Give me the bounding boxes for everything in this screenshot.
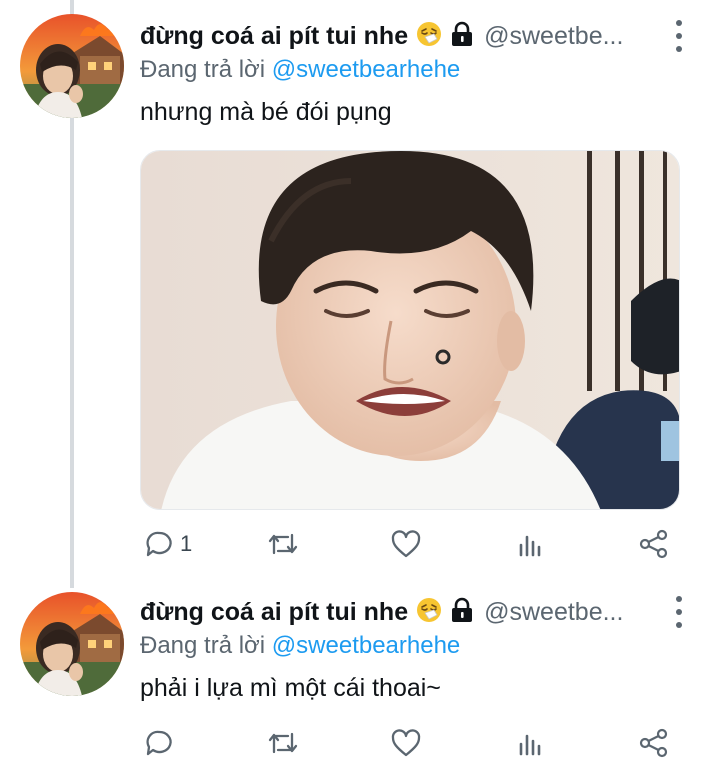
share-icon: [638, 727, 670, 759]
like-button[interactable]: [390, 524, 422, 564]
share-button[interactable]: [638, 524, 670, 564]
reply-count: 1: [180, 531, 193, 556]
views-icon: [516, 728, 546, 758]
heart-icon: [390, 529, 422, 559]
handle[interactable]: @sweetbe...: [484, 22, 623, 51]
tweet-header: đừng coá ai pít tui nhe @sweetbe...: [140, 16, 690, 56]
reply-mention-link[interactable]: @sweetbearhehe: [272, 56, 460, 83]
display-name[interactable]: đừng coá ai pít tui nhe: [140, 22, 408, 51]
reply-context: Đang trả lời @sweetbearhehe: [140, 632, 460, 660]
heart-icon: [390, 728, 422, 758]
sneezing-face-emoji: [416, 21, 442, 52]
like-button[interactable]: [390, 723, 422, 763]
reply-mention-link[interactable]: @sweetbearhehe: [272, 632, 460, 659]
tweet-text: nhưng mà bé đói pụng: [140, 98, 392, 126]
reply-context: Đang trả lời @sweetbearhehe: [140, 56, 460, 84]
reply-button[interactable]: [144, 723, 174, 763]
reply-context-prefix: Đang trả lời: [140, 56, 266, 83]
views-button[interactable]: [516, 524, 546, 564]
avatar[interactable]: [20, 14, 124, 118]
reply-icon: [144, 529, 174, 559]
avatar[interactable]: [20, 592, 124, 696]
reply-context-prefix: Đang trả lời: [140, 632, 266, 659]
share-button[interactable]: [638, 723, 670, 763]
tweet[interactable]: đừng coá ai pít tui nhe @sweetbe... Đang…: [0, 0, 720, 580]
retweet-button[interactable]: [266, 524, 300, 564]
views-icon: [516, 529, 546, 559]
share-icon: [638, 528, 670, 560]
reply-icon: [144, 728, 174, 758]
lock-icon: [450, 597, 474, 628]
tweet[interactable]: đừng coá ai pít tui nhe @sweetbe... Đang…: [0, 580, 720, 768]
tweet-actions: 1: [140, 524, 680, 564]
more-vertical-icon[interactable]: [674, 596, 684, 628]
sneezing-face-emoji: [416, 597, 442, 628]
display-name[interactable]: đừng coá ai pít tui nhe: [140, 598, 408, 627]
tweet-text: phải i lựa mì một cái thoai~: [140, 674, 441, 702]
retweet-icon: [266, 529, 300, 559]
retweet-icon: [266, 728, 300, 758]
lock-icon: [450, 21, 474, 52]
tweet-actions: [140, 723, 680, 763]
views-button[interactable]: [516, 723, 546, 763]
more-vertical-icon[interactable]: [674, 20, 684, 52]
handle[interactable]: @sweetbe...: [484, 598, 623, 627]
tweet-header: đừng coá ai pít tui nhe @sweetbe...: [140, 592, 690, 632]
reply-button[interactable]: 1: [144, 524, 192, 564]
tweet-media-image[interactable]: [140, 150, 680, 510]
retweet-button[interactable]: [266, 723, 300, 763]
